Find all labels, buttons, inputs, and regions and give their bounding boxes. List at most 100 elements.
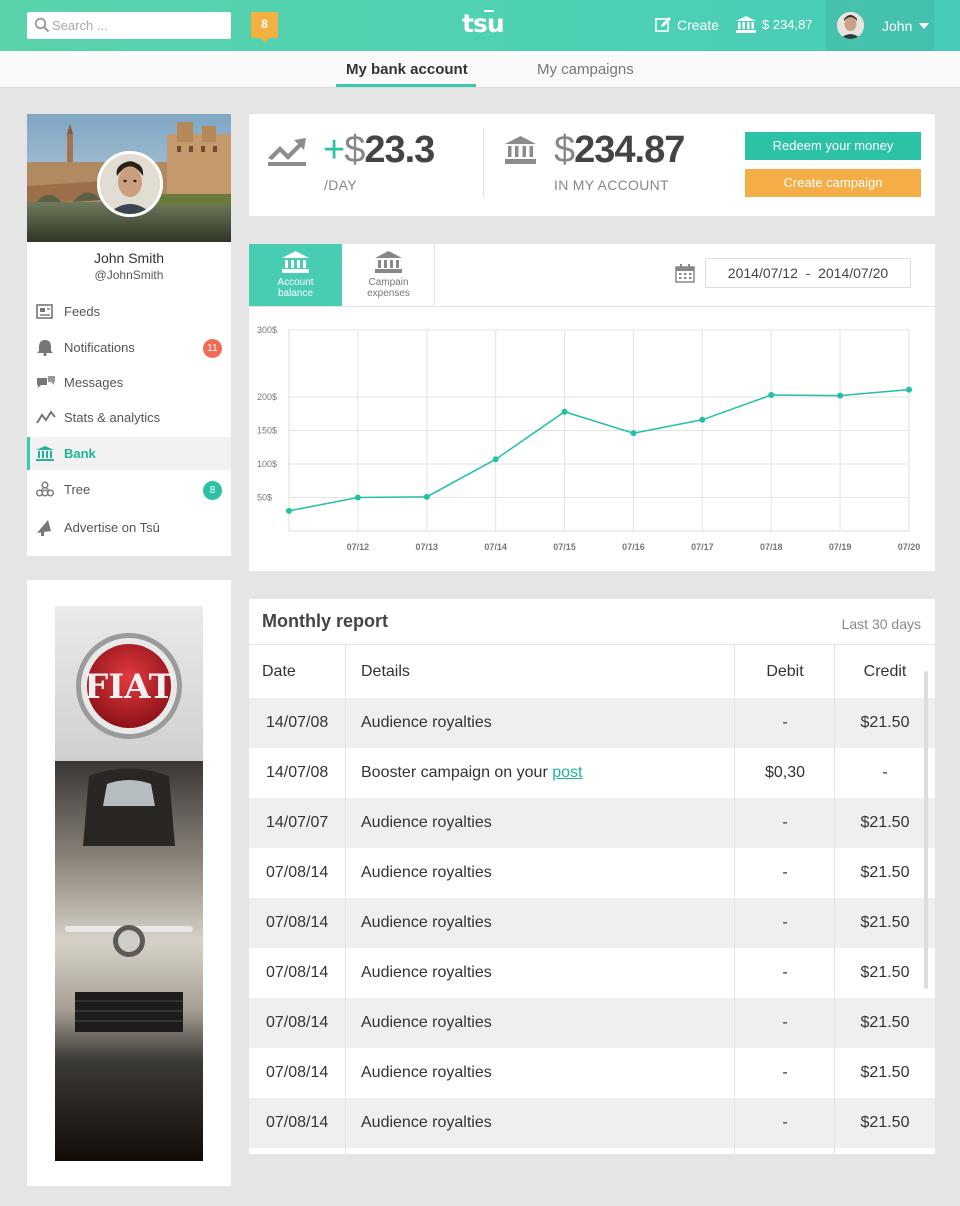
x-tick-label: 07/16 [622, 542, 645, 552]
daily-currency: $ [344, 129, 365, 171]
profile-name[interactable]: John Smith [27, 250, 231, 266]
feeds-icon [36, 304, 53, 319]
advertisement-card[interactable]: FIAT [27, 580, 231, 1186]
x-tick-label: 07/15 [553, 542, 576, 552]
tsu-logo[interactable]: tsu [462, 9, 505, 38]
monthly-report-card: Monthly report Last 30 days Date Details… [249, 599, 935, 1154]
x-tick-label: 07/18 [760, 542, 783, 552]
sidebar-item-label: Bank [64, 446, 96, 461]
sidebar-item-label: Stats & analytics [64, 410, 161, 425]
y-tick-label: 50$ [257, 493, 272, 503]
account-label: IN MY ACCOUNT [554, 177, 669, 193]
data-point [906, 386, 912, 393]
tab-account-balance[interactable]: Account balance [249, 244, 342, 306]
row-details: Booster campaign on your post [361, 748, 731, 798]
data-point [699, 416, 706, 423]
column-header-date[interactable]: Date [262, 645, 342, 698]
table-row[interactable]: 14/07/08 Booster campaign on your post $0,… [249, 748, 935, 798]
table-row[interactable]: 07/08/14 Audience royalties - $21.50 [249, 948, 935, 998]
redeem-money-button[interactable]: Redeem your money [745, 132, 921, 160]
data-point [354, 494, 361, 501]
post-link[interactable]: post [552, 764, 582, 782]
column-header-details[interactable]: Details [361, 645, 731, 698]
sidebar-item-tree[interactable]: Tree 8 [27, 473, 231, 506]
data-point [561, 408, 568, 415]
fiat-ad-image[interactable]: FIAT [55, 606, 203, 1161]
row-details: Audience royalties [361, 848, 731, 898]
table-row[interactable]: 14/07/08 Audience royalties - $21.50 [249, 698, 935, 748]
table-row[interactable]: 07/08/14 Audience royalties - $21.50 [249, 898, 935, 948]
sidebar-item-feeds[interactable]: Feeds [27, 295, 231, 328]
tab-my-bank-account[interactable]: My bank account [346, 61, 468, 78]
create-campaign-button[interactable]: Create campaign [745, 169, 921, 197]
balance-line-chart: 50$ 100$ 150$ 200$ 300$ 07/12 07/13 07/14 07/15 0… [257, 325, 921, 552]
row-date: 14/07/07 [266, 814, 329, 831]
daily-label: /DAY [324, 177, 357, 193]
row-details-text: Audience royalties [361, 914, 492, 931]
profile-handle: @JohnSmith [94, 268, 164, 282]
table-row[interactable]: 14/07/07 Audience royalties - $21.50 [249, 798, 935, 848]
profile-avatar[interactable] [97, 151, 163, 217]
row-debit: - [782, 714, 788, 731]
ad-brand-text: FIAT [84, 667, 174, 707]
report-table: Date Details Debit Credit 14/07/08 Audien… [249, 645, 935, 1148]
trend-up-icon [268, 138, 306, 166]
row-details-text: Audience royalties [361, 1014, 492, 1031]
data-point [492, 456, 499, 463]
x-tick-label: 07/20 [898, 542, 921, 552]
sidebar-item-bank[interactable]: Bank [27, 437, 231, 470]
row-details-text: Audience royalties [361, 814, 492, 831]
avatar[interactable] [837, 12, 864, 39]
calendar-icon[interactable] [675, 264, 695, 283]
row-date: 07/08/14 [266, 1064, 329, 1081]
bank-icon [736, 16, 756, 33]
create-button[interactable]: Create [655, 16, 719, 33]
tree-icon [36, 481, 54, 497]
row-credit: $21.50 [860, 1114, 910, 1131]
series-line [288, 388, 910, 512]
row-date: 07/08/14 [266, 864, 329, 881]
notifications-badge: 11 [203, 339, 222, 358]
user-menu[interactable]: John [826, 0, 934, 51]
row-details: Audience royalties [361, 948, 731, 998]
table-scrollbar[interactable] [924, 671, 928, 989]
sidebar-item-label: Tree [64, 482, 91, 497]
balance-chart-card: Account balance Campain expenses 2014/07/1… [249, 244, 935, 571]
report-title: Monthly report [262, 611, 388, 631]
logo-macron [484, 10, 494, 12]
sidebar-item-stats[interactable]: Stats & analytics [27, 401, 231, 434]
tab-my-campaigns[interactable]: My campaigns [537, 61, 634, 78]
megaphone-icon [37, 520, 51, 536]
edit-icon [655, 17, 671, 32]
row-credit: $21.50 [860, 864, 910, 881]
sidebar-item-notifications[interactable]: Notifications 11 [27, 331, 231, 364]
search-input[interactable] [52, 16, 222, 35]
tab-campaign-expenses[interactable]: Campain expenses [342, 244, 435, 306]
table-row[interactable]: 07/08/14 Audience royalties - $21.50 [249, 1098, 935, 1148]
balance-amount: $ 234,87 [762, 17, 813, 32]
row-details-text: Audience royalties [361, 714, 492, 731]
report-range[interactable]: Last 30 days [842, 616, 921, 632]
balance-link[interactable]: $ 234,87 [736, 16, 813, 33]
row-credit: $21.50 [860, 914, 910, 931]
date-separator: - [805, 265, 811, 281]
sidebar-item-messages[interactable]: Messages [27, 366, 231, 399]
active-tab-indicator [336, 84, 476, 87]
bank-dollar-icon [505, 136, 536, 164]
notification-count-badge[interactable]: 8 [251, 12, 278, 43]
row-details: Audience royalties [361, 698, 731, 748]
table-row[interactable]: 07/08/14 Audience royalties - $21.50 [249, 1048, 935, 1098]
table-row[interactable]: 07/08/14 Audience royalties - $21.50 [249, 848, 935, 898]
daily-value: 23.3 [364, 129, 435, 171]
y-tick-label: 100$ [257, 459, 277, 469]
column-header-credit[interactable]: Credit [835, 645, 935, 698]
row-details: Audience royalties [361, 898, 731, 948]
bank-icon [36, 446, 54, 461]
table-row[interactable]: 07/08/14 Audience royalties - $21.50 [249, 998, 935, 1048]
search-box[interactable] [27, 12, 231, 39]
date-range-picker[interactable]: 2014/07/12 - 2014/07/20 [705, 258, 911, 288]
bank-icon [282, 251, 309, 273]
bank-expense-icon [375, 251, 402, 273]
column-header-debit[interactable]: Debit [735, 645, 835, 698]
sidebar-item-advertise[interactable]: Advertise on Tsū [27, 511, 231, 544]
